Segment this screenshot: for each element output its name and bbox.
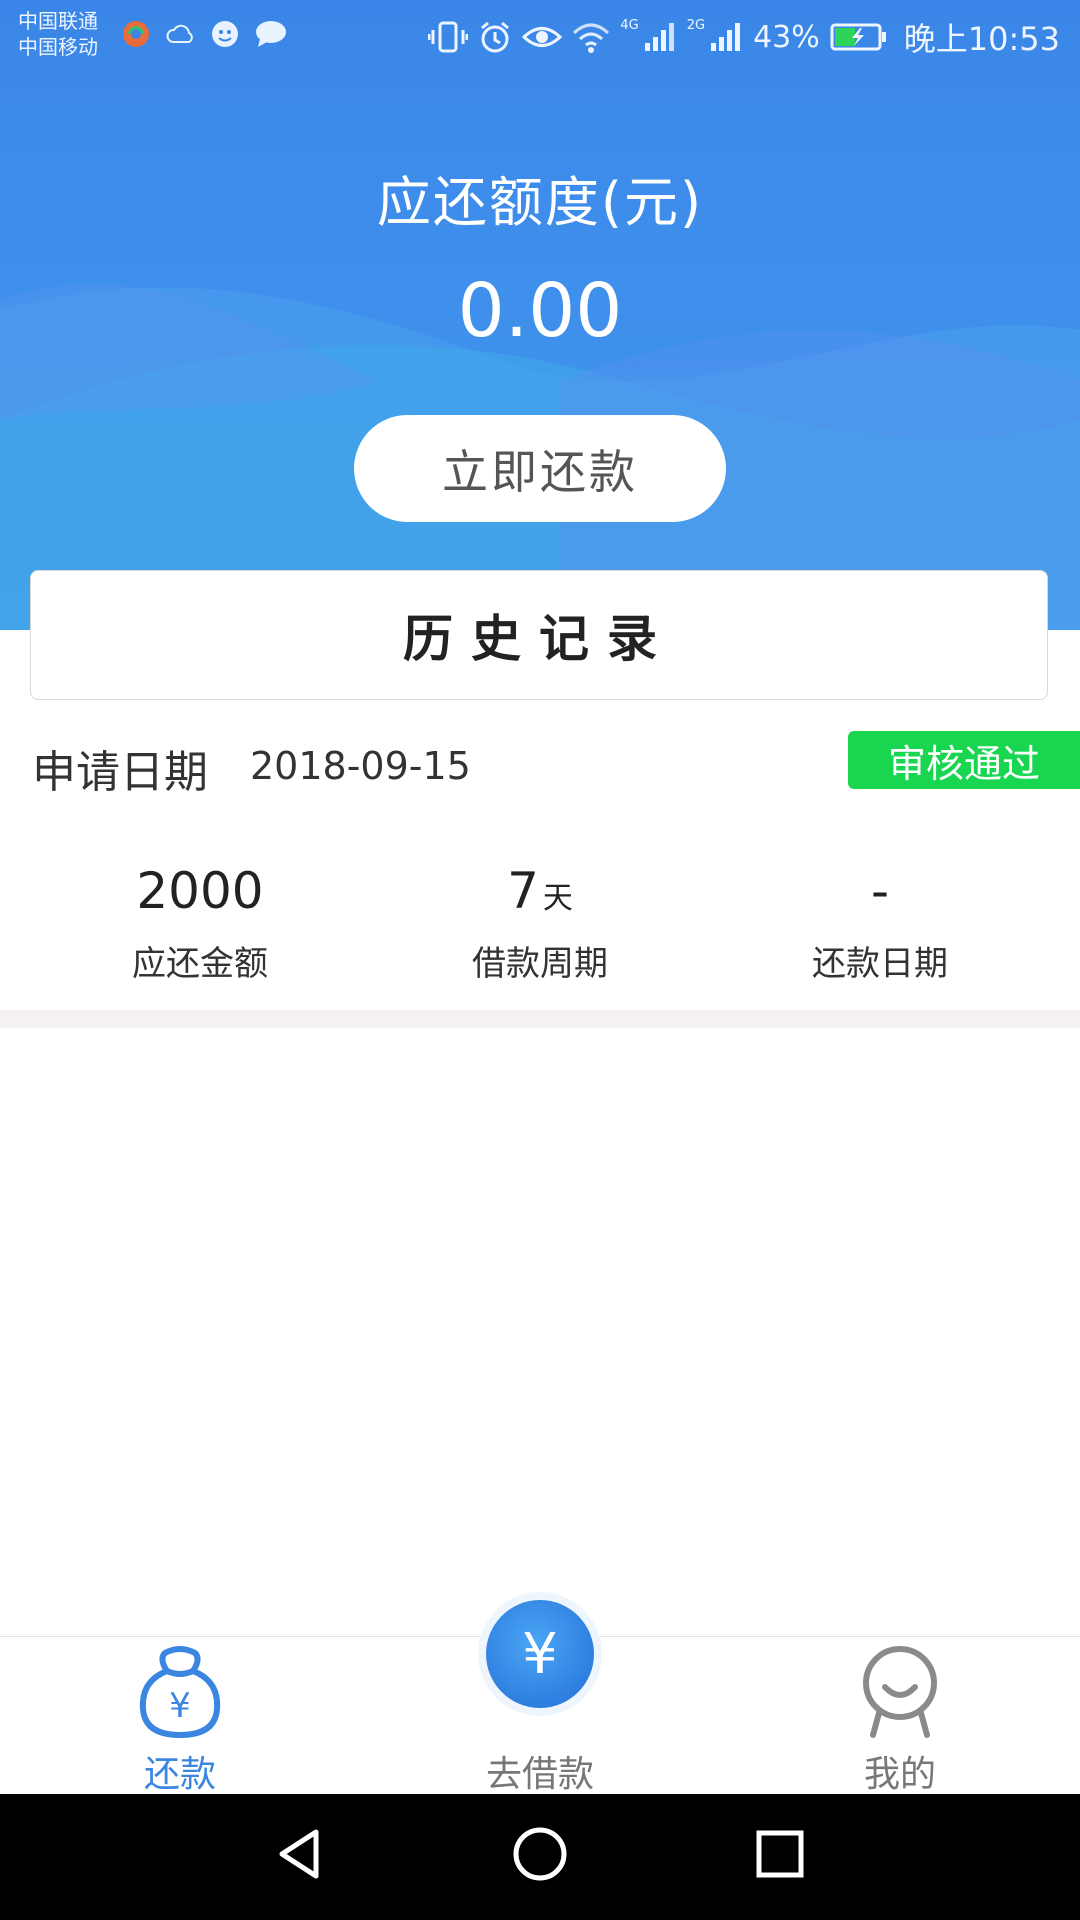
tab-borrow-label: 去借款	[485, 1754, 594, 1795]
user-profile-icon	[863, 1646, 937, 1738]
vibrate-icon	[428, 21, 469, 53]
cloud-icon	[166, 24, 193, 43]
amount-label: 应还金额	[132, 944, 268, 984]
battery-percent: 43%	[753, 19, 820, 55]
amount-value: 2000	[136, 862, 264, 920]
borrow-yuan-button[interactable]: ¥	[486, 1600, 594, 1708]
carrier-2: 中国移动	[18, 35, 98, 59]
notification-icons	[120, 18, 288, 50]
history-records-header[interactable]: 历史记录	[30, 570, 1048, 700]
repay-date-stat: - 还款日期	[730, 860, 1030, 985]
loan-record[interactable]: 申请日期 2018-09-15 审核通过 2000 应还金额 7天 借款周期 -…	[0, 720, 1080, 1010]
network-type-2: 2G	[686, 17, 706, 33]
amount-stat: 2000 应还金额	[50, 860, 350, 985]
tab-repay[interactable]: ¥ 还款	[80, 1637, 280, 1795]
chat-bubble-icon	[256, 21, 286, 47]
system-navigation-bar	[0, 1794, 1080, 1920]
signal-icon-1	[644, 23, 674, 51]
period-label: 借款周期	[472, 944, 608, 984]
apply-date-label: 申请日期	[32, 747, 208, 798]
network-type-1: 4G	[620, 17, 639, 33]
period-unit: 天	[542, 881, 573, 916]
signal-icon-2	[711, 23, 741, 51]
alarm-icon	[481, 21, 510, 53]
status-badge: 审核通过	[848, 731, 1080, 789]
wifi-icon	[573, 23, 610, 53]
section-divider	[0, 1010, 1080, 1028]
carrier-info: 中国联通 中国移动	[18, 8, 98, 60]
period-value-row: 7天	[390, 860, 690, 922]
amount-due-value: 0.00	[457, 268, 623, 354]
repay-date-label: 还款日期	[812, 944, 948, 984]
apply-date-value: 2018-09-15	[250, 744, 471, 788]
eye-comfort-icon	[522, 27, 563, 47]
period-stat: 7天 借款周期	[390, 860, 690, 985]
recents-nav-icon[interactable]	[750, 1824, 810, 1884]
tab-repay-label: 还款	[143, 1754, 216, 1795]
tab-mine[interactable]: 我的	[800, 1637, 1000, 1795]
bag-yuan-symbol: ¥	[169, 1686, 191, 1726]
status-right: 4G 2G 43% 晚上10:53	[428, 14, 1060, 60]
back-nav-icon[interactable]	[270, 1824, 330, 1884]
battery-charging-icon	[830, 23, 886, 51]
status-bar: 中国联通 中国移动 4G 2G 43% 晚上10:53	[0, 0, 1080, 74]
carrier-1: 中国联通	[18, 9, 98, 33]
header-banner: 中国联通 中国移动 4G 2G 43% 晚上10:53 应还额度(元) 0.00…	[0, 0, 1080, 630]
money-bag-icon: ¥	[139, 1646, 221, 1738]
clock: 晚上10:53	[903, 20, 1060, 58]
home-nav-icon[interactable]	[510, 1824, 570, 1884]
repay-date-value: -	[870, 862, 890, 920]
period-value: 7	[507, 862, 539, 920]
face-app-icon	[212, 21, 238, 47]
repay-now-button[interactable]: 立即还款	[354, 415, 726, 522]
amount-due-title: 应还额度(元)	[376, 171, 704, 234]
app-notification-icon	[123, 21, 149, 47]
tab-mine-label: 我的	[863, 1754, 936, 1795]
